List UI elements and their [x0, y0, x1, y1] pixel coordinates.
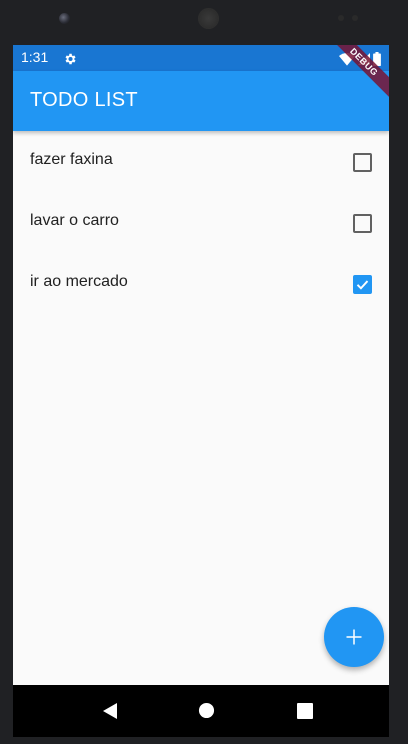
- plus-icon: [346, 629, 362, 645]
- system-nav-bar: [13, 685, 389, 737]
- list-item[interactable]: lavar o carro: [13, 192, 389, 253]
- page-title: TODO LIST: [30, 89, 138, 111]
- gear-icon: [63, 51, 77, 70]
- recents-icon[interactable]: [297, 703, 313, 723]
- back-icon[interactable]: [101, 702, 119, 724]
- app-bar: TODO LIST: [13, 71, 389, 131]
- todo-checkbox[interactable]: [353, 275, 372, 294]
- list-item[interactable]: ir ao mercado: [13, 253, 389, 314]
- status-time: 1:31: [21, 49, 49, 65]
- status-bar: 1:31: [13, 45, 389, 71]
- todo-checkbox[interactable]: [353, 214, 372, 233]
- add-todo-button[interactable]: [324, 607, 384, 667]
- todo-label: fazer faxina: [30, 151, 113, 168]
- list-item[interactable]: fazer faxina: [13, 131, 389, 192]
- light-sensor: [352, 15, 358, 21]
- earpiece-speaker: [198, 8, 219, 29]
- proximity-sensor: [338, 15, 344, 21]
- home-icon[interactable]: [198, 702, 215, 723]
- todo-checkbox[interactable]: [353, 153, 372, 172]
- device-frame: 1:31 TODO LIST DEBUG fazer faxina lavar …: [0, 0, 408, 744]
- check-icon: [356, 280, 369, 290]
- todo-label: ir ao mercado: [30, 273, 128, 290]
- todo-label: lavar o carro: [30, 212, 119, 229]
- screen: 1:31 TODO LIST DEBUG fazer faxina lavar …: [13, 45, 389, 685]
- front-camera: [59, 13, 70, 24]
- todo-list: fazer faxina lavar o carro ir ao mercado: [13, 131, 389, 314]
